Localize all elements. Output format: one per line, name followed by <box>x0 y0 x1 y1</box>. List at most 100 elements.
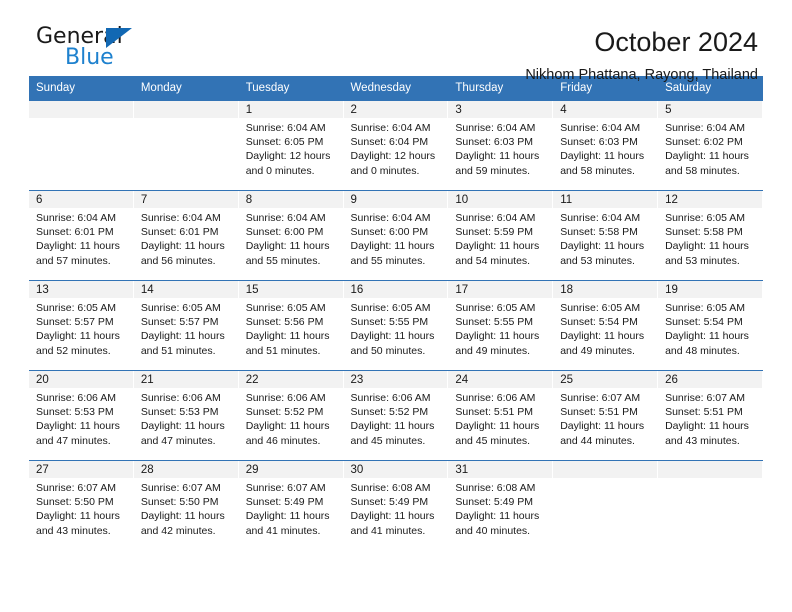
calendar-day-cell[interactable]: 24 Sunrise: 6:06 AM Sunset: 5:51 PM Dayligh… <box>448 370 554 461</box>
calendar-body: 1 Sunrise: 6:04 AM Sunset: 6:05 PM Daylight… <box>29 101 763 550</box>
calendar-day-cell[interactable]: 14 Sunrise: 6:05 AM Sunset: 5:57 PM Dayligh… <box>133 280 239 371</box>
day-info-sunset: Sunset: 5:52 PM <box>245 406 324 419</box>
day-info-daylight-line2: and 51 minutes. <box>245 344 321 357</box>
calendar-day-cell[interactable]: 19 Sunrise: 6:05 AM Sunset: 5:54 PM Dayligh… <box>658 280 763 371</box>
calendar-day-cell[interactable]: 29 Sunrise: 6:07 AM Sunset: 5:49 PM Dayligh… <box>238 460 344 550</box>
calendar-day-cell[interactable]: 20 Sunrise: 6:06 AM Sunset: 5:53 PM Dayligh… <box>29 370 134 461</box>
day-sun-info: Sunrise: 6:04 AM Sunset: 6:05 PM Daylight:… <box>239 118 343 178</box>
calendar-day-cell[interactable]: 8 Sunrise: 6:04 AM Sunset: 6:00 PM Daylight… <box>238 190 344 281</box>
day-info-sunrise: Sunrise: 6:06 AM <box>350 392 431 404</box>
day-info-sunrise: Sunrise: 6:04 AM <box>665 122 746 134</box>
day-info-daylight-line2: and 45 minutes. <box>350 434 426 447</box>
day-info-sunrise: Sunrise: 6:06 AM <box>245 392 326 404</box>
calendar-day-cell[interactable]: 3 Sunrise: 6:04 AM Sunset: 6:03 PM Daylight… <box>448 101 554 191</box>
calendar-day-cell[interactable]: 25 Sunrise: 6:07 AM Sunset: 5:51 PM Dayligh… <box>553 370 659 461</box>
day-cell-content: 8 Sunrise: 6:04 AM Sunset: 6:00 PM Daylight… <box>238 191 344 280</box>
day-cell-content: 5 Sunrise: 6:04 AM Sunset: 6:02 PM Daylight… <box>658 101 763 190</box>
day-sun-info: Sunrise: 6:05 AM Sunset: 5:55 PM Daylight:… <box>344 298 448 358</box>
day-sun-info: Sunrise: 6:04 AM Sunset: 6:02 PM Daylight:… <box>658 118 762 178</box>
day-info-daylight-line2: and 41 minutes. <box>245 524 321 537</box>
day-cell-content: 22 Sunrise: 6:06 AM Sunset: 5:52 PM Dayligh… <box>238 371 344 460</box>
calendar-day-cell[interactable]: 15 Sunrise: 6:05 AM Sunset: 5:56 PM Dayligh… <box>238 280 344 371</box>
day-info-sunrise: Sunrise: 6:07 AM <box>560 392 641 404</box>
day-info-daylight-line2: and 53 minutes. <box>665 254 740 267</box>
calendar-day-cell[interactable]: 9 Sunrise: 6:04 AM Sunset: 6:00 PM Daylight… <box>343 190 449 281</box>
day-info-sunrise: Sunrise: 6:04 AM <box>455 122 536 134</box>
day-sun-info: Sunrise: 6:05 AM Sunset: 5:57 PM Daylight:… <box>134 298 238 358</box>
calendar-day-cell[interactable]: 30 Sunrise: 6:08 AM Sunset: 5:49 PM Dayligh… <box>343 460 449 550</box>
calendar-day-cell[interactable]: 16 Sunrise: 6:05 AM Sunset: 5:55 PM Dayligh… <box>343 280 449 371</box>
day-info-daylight-line2: and 0 minutes. <box>245 164 315 177</box>
day-info-sunset: Sunset: 6:03 PM <box>560 136 638 149</box>
day-number: 22 <box>238 371 343 388</box>
calendar-day-cell[interactable]: 10 Sunrise: 6:04 AM Sunset: 5:59 PM Dayligh… <box>448 190 554 281</box>
calendar-day-cell[interactable]: 27 Sunrise: 6:07 AM Sunset: 5:50 PM Dayligh… <box>29 460 134 550</box>
day-info-sunset: Sunset: 5:52 PM <box>350 406 429 419</box>
day-info-sunset: Sunset: 6:04 PM <box>350 136 429 149</box>
calendar-day-cell[interactable]: 2 Sunrise: 6:04 AM Sunset: 6:04 PM Daylight… <box>343 101 449 191</box>
calendar-day-cell[interactable]: 28 Sunrise: 6:07 AM Sunset: 5:50 PM Dayligh… <box>133 460 239 550</box>
day-sun-info: Sunrise: 6:06 AM Sunset: 5:52 PM Daylight:… <box>239 388 343 448</box>
day-sun-info: Sunrise: 6:05 AM Sunset: 5:57 PM Daylight:… <box>29 298 133 358</box>
day-sun-info: Sunrise: 6:08 AM Sunset: 5:49 PM Daylight:… <box>448 478 552 538</box>
calendar-day-cell[interactable]: 7 Sunrise: 6:04 AM Sunset: 6:01 PM Daylight… <box>133 190 239 281</box>
day-number: 17 <box>448 281 553 298</box>
day-number: 27 <box>29 461 133 478</box>
day-cell-content: 15 Sunrise: 6:05 AM Sunset: 5:56 PM Dayligh… <box>238 281 344 370</box>
day-info-daylight-line2: and 45 minutes. <box>455 434 531 447</box>
day-number <box>553 461 658 478</box>
calendar-day-cell[interactable]: 26 Sunrise: 6:07 AM Sunset: 5:51 PM Dayligh… <box>658 370 763 461</box>
calendar-page: General Blue October 2024 Nikhom Phattan… <box>0 0 792 612</box>
calendar-day-cell[interactable]: 23 Sunrise: 6:06 AM Sunset: 5:52 PM Dayligh… <box>343 370 449 461</box>
day-number: 4 <box>553 101 658 118</box>
calendar-day-cell[interactable]: 18 Sunrise: 6:05 AM Sunset: 5:54 PM Dayligh… <box>553 280 659 371</box>
calendar-day-cell[interactable]: 13 Sunrise: 6:05 AM Sunset: 5:57 PM Dayligh… <box>29 280 134 371</box>
day-sun-info: Sunrise: 6:05 AM Sunset: 5:58 PM Daylight:… <box>658 208 762 268</box>
day-sun-info: Sunrise: 6:06 AM Sunset: 5:51 PM Daylight:… <box>448 388 552 448</box>
day-cell-content: 1 Sunrise: 6:04 AM Sunset: 6:05 PM Daylight… <box>238 101 344 190</box>
calendar-day-cell[interactable]: 21 Sunrise: 6:06 AM Sunset: 5:53 PM Dayligh… <box>133 370 239 461</box>
day-info-sunrise: Sunrise: 6:06 AM <box>36 392 116 404</box>
day-sun-info: Sunrise: 6:06 AM Sunset: 5:53 PM Daylight:… <box>29 388 133 448</box>
day-cell-content <box>553 461 659 550</box>
day-sun-info: Sunrise: 6:05 AM Sunset: 5:54 PM Daylight:… <box>658 298 762 358</box>
day-number: 6 <box>29 191 133 208</box>
day-info-sunset: Sunset: 5:50 PM <box>140 496 219 509</box>
weekday-header-wednesday: Wednesday <box>343 76 449 101</box>
day-cell-content: 7 Sunrise: 6:04 AM Sunset: 6:01 PM Daylight… <box>133 191 239 280</box>
calendar-day-cell[interactable]: 12 Sunrise: 6:05 AM Sunset: 5:58 PM Dayligh… <box>658 190 763 281</box>
day-info-sunset: Sunset: 5:50 PM <box>36 496 114 509</box>
day-info-sunrise: Sunrise: 6:04 AM <box>245 212 326 224</box>
day-info-sunrise: Sunrise: 6:04 AM <box>140 212 221 224</box>
day-info-daylight-line2: and 47 minutes. <box>36 434 111 447</box>
day-cell-content: 14 Sunrise: 6:05 AM Sunset: 5:57 PM Dayligh… <box>133 281 239 370</box>
day-info-daylight-line1: Daylight: 11 hours <box>245 420 330 433</box>
day-info-daylight-line2: and 43 minutes. <box>665 434 740 447</box>
day-cell-content: 4 Sunrise: 6:04 AM Sunset: 6:03 PM Daylight… <box>553 101 659 190</box>
day-info-daylight-line1: Daylight: 11 hours <box>36 510 120 523</box>
day-info-daylight-line2: and 59 minutes. <box>455 164 531 177</box>
day-sun-info: Sunrise: 6:04 AM Sunset: 5:58 PM Daylight:… <box>553 208 657 268</box>
day-info-sunrise: Sunrise: 6:04 AM <box>36 212 116 224</box>
calendar-day-cell <box>553 460 659 550</box>
day-number: 23 <box>343 371 448 388</box>
day-info-daylight-line2: and 40 minutes. <box>455 524 531 537</box>
day-info-daylight-line1: Daylight: 11 hours <box>560 420 645 433</box>
day-cell-content <box>29 101 134 190</box>
calendar-day-cell[interactable]: 5 Sunrise: 6:04 AM Sunset: 6:02 PM Daylight… <box>658 101 763 191</box>
day-cell-content: 6 Sunrise: 6:04 AM Sunset: 6:01 PM Daylight… <box>29 191 134 280</box>
day-info-sunrise: Sunrise: 6:04 AM <box>245 122 326 134</box>
day-info-daylight-line2: and 42 minutes. <box>140 524 216 537</box>
calendar-day-cell[interactable]: 31 Sunrise: 6:08 AM Sunset: 5:49 PM Dayligh… <box>448 460 554 550</box>
calendar-day-cell[interactable]: 17 Sunrise: 6:05 AM Sunset: 5:55 PM Dayligh… <box>448 280 554 371</box>
calendar-day-cell[interactable]: 1 Sunrise: 6:04 AM Sunset: 6:05 PM Daylight… <box>238 101 344 191</box>
calendar-day-cell[interactable]: 11 Sunrise: 6:04 AM Sunset: 5:58 PM Dayligh… <box>553 190 659 281</box>
calendar-day-cell[interactable]: 4 Sunrise: 6:04 AM Sunset: 6:03 PM Daylight… <box>553 101 659 191</box>
day-info-daylight-line2: and 52 minutes. <box>36 344 111 357</box>
calendar-day-cell[interactable]: 22 Sunrise: 6:06 AM Sunset: 5:52 PM Dayligh… <box>238 370 344 461</box>
calendar-day-cell[interactable]: 6 Sunrise: 6:04 AM Sunset: 6:01 PM Daylight… <box>29 190 134 281</box>
day-info-sunrise: Sunrise: 6:04 AM <box>560 122 641 134</box>
day-info-daylight-line1: Daylight: 11 hours <box>665 240 749 253</box>
day-cell-content: 24 Sunrise: 6:06 AM Sunset: 5:51 PM Dayligh… <box>448 371 554 460</box>
day-number: 16 <box>343 281 448 298</box>
